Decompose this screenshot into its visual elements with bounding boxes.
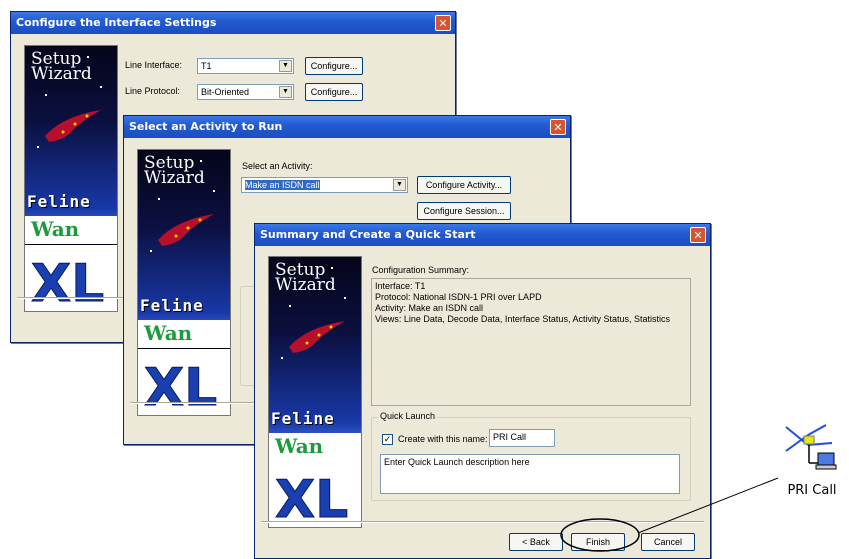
pri-call-shortcut[interactable]: PRI Call <box>776 423 848 523</box>
annotation-overlay <box>560 477 779 552</box>
network-call-icon <box>785 424 837 470</box>
pri-call-label: PRI Call <box>787 483 837 498</box>
finish-highlight-ellipse <box>560 518 640 552</box>
callout-line <box>637 477 779 534</box>
